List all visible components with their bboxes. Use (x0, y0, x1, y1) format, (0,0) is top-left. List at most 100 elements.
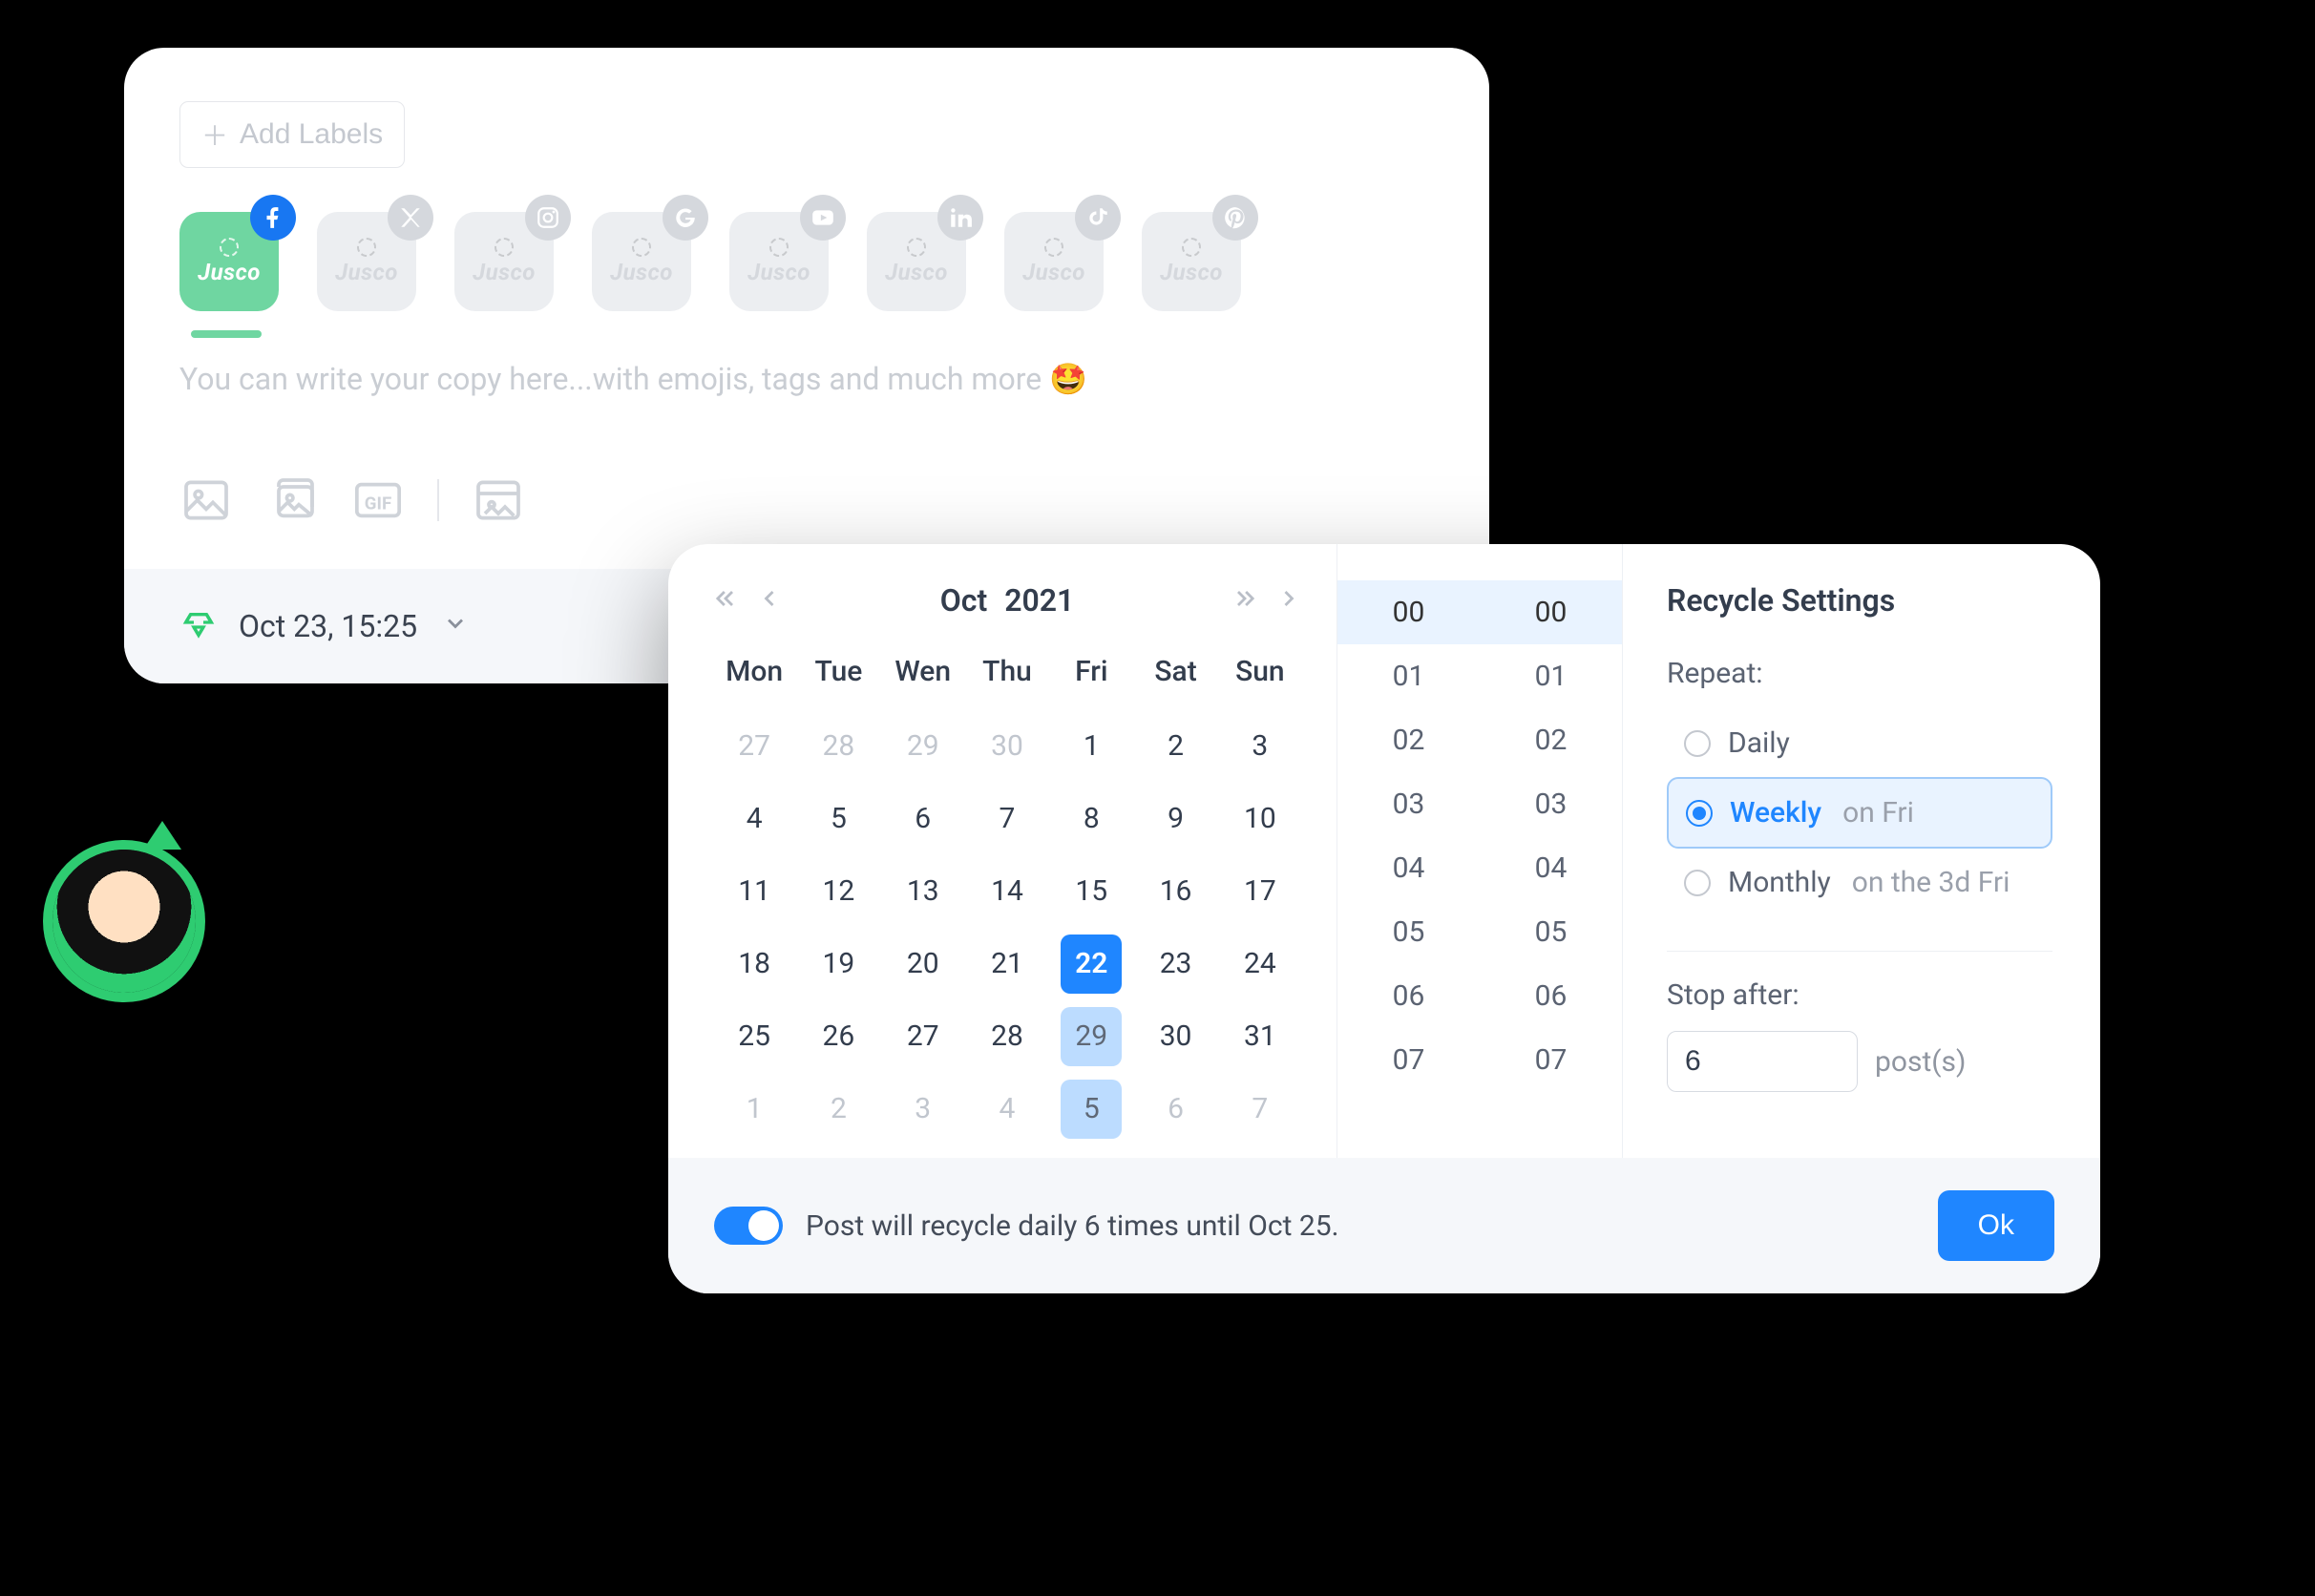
account-facebook[interactable]: Jusco (179, 212, 279, 311)
editor-placeholder[interactable]: You can write your copy here...with emoj… (179, 361, 1434, 397)
calendar-day[interactable]: 5 (808, 789, 869, 849)
calendar-day[interactable]: 31 (1230, 1007, 1291, 1066)
time-cell[interactable]: 07 (1480, 1028, 1622, 1092)
calendar-day[interactable]: 30 (977, 717, 1038, 776)
calendar-day[interactable]: 13 (893, 862, 954, 921)
calendar-year[interactable]: 2021 (1004, 582, 1074, 619)
time-cell[interactable]: 03 (1337, 772, 1480, 836)
calendar-day[interactable]: 4 (977, 1080, 1038, 1139)
time-cell[interactable]: 06 (1480, 964, 1622, 1028)
account-tiktok[interactable]: Jusco (1004, 212, 1104, 311)
calendar-day[interactable]: 6 (1146, 1080, 1207, 1139)
calendar-day[interactable]: 29 (893, 717, 954, 776)
calendar-day[interactable]: 1 (1061, 717, 1122, 776)
account-instagram[interactable]: Jusco (454, 212, 554, 311)
next-year-icon[interactable] (1275, 585, 1302, 616)
user-avatar[interactable] (53, 850, 196, 993)
gif-icon[interactable]: GIF (351, 473, 405, 527)
calendar-day[interactable]: 27 (724, 717, 785, 776)
next-month-icon[interactable] (1231, 585, 1258, 616)
calendar-day[interactable]: 3 (1230, 717, 1291, 776)
calendar-day[interactable]: 20 (893, 934, 954, 994)
schedule-label[interactable]: Oct 23, 15:25 (239, 608, 417, 644)
prev-month-icon[interactable] (756, 585, 783, 616)
account-pinterest[interactable]: Jusco (1142, 212, 1241, 311)
google-icon (663, 195, 708, 241)
calendar-day[interactable]: 5 (1061, 1080, 1122, 1139)
calendar-day[interactable]: 3 (893, 1080, 954, 1139)
calendar-day[interactable]: 7 (977, 789, 1038, 849)
calendar-day[interactable]: 17 (1230, 862, 1291, 921)
dow-header: Fri (1049, 645, 1133, 704)
calendar-day[interactable]: 28 (977, 1007, 1038, 1066)
calendar-day[interactable]: 14 (977, 862, 1038, 921)
calendar-month[interactable]: Oct (940, 582, 988, 619)
calendar-day[interactable]: 25 (724, 1007, 785, 1066)
chevron-down-icon[interactable] (442, 608, 469, 644)
calendar-day[interactable]: 27 (893, 1007, 954, 1066)
repeat-option-monthly[interactable]: Monthly on the 3d Fri (1667, 849, 2052, 916)
account-youtube[interactable]: Jusco (729, 212, 829, 311)
calendar-day[interactable]: 28 (808, 717, 869, 776)
calendar-day[interactable]: 4 (724, 789, 785, 849)
time-cell[interactable]: 05 (1480, 900, 1622, 964)
calendar-day[interactable]: 15 (1061, 862, 1122, 921)
time-cell[interactable]: 00 (1480, 580, 1622, 644)
template-icon[interactable] (472, 473, 525, 527)
calendar-day[interactable]: 2 (808, 1080, 869, 1139)
repeat-option-weekly[interactable]: Weekly on Fri (1667, 777, 2052, 849)
calendar-day[interactable]: 9 (1146, 789, 1207, 849)
time-cell[interactable]: 04 (1337, 836, 1480, 900)
calendar-day[interactable]: 21 (977, 934, 1038, 994)
account-linkedin[interactable]: Jusco (867, 212, 966, 311)
calendar-day[interactable]: 6 (893, 789, 954, 849)
time-cell[interactable]: 01 (1337, 644, 1480, 708)
repeat-option-daily[interactable]: Daily (1667, 709, 2052, 777)
calendar-day[interactable]: 10 (1230, 789, 1291, 849)
image-icon[interactable] (179, 473, 233, 527)
time-cell[interactable]: 02 (1337, 708, 1480, 772)
minutes-column[interactable]: 0001020304050607 (1480, 580, 1622, 1158)
account-google[interactable]: Jusco (592, 212, 691, 311)
calendar-day[interactable]: 12 (808, 862, 869, 921)
calendar-day[interactable]: 19 (808, 934, 869, 994)
hours-column[interactable]: 0001020304050607 (1337, 580, 1480, 1158)
calendar-day[interactable]: 16 (1146, 862, 1207, 921)
facebook-icon (250, 195, 296, 241)
time-cell[interactable]: 02 (1480, 708, 1622, 772)
calendar-day[interactable]: 11 (724, 862, 785, 921)
calendar-day[interactable]: 29 (1061, 1007, 1122, 1066)
calendar-day[interactable]: 23 (1146, 934, 1207, 994)
avatar-image (53, 850, 196, 993)
prev-year-icon[interactable] (712, 585, 739, 616)
account-x[interactable]: Jusco (317, 212, 416, 311)
time-cell[interactable]: 03 (1480, 772, 1622, 836)
radio-icon (1684, 730, 1711, 757)
divider (1667, 951, 2052, 952)
time-cell[interactable]: 07 (1337, 1028, 1480, 1092)
time-cell[interactable]: 05 (1337, 900, 1480, 964)
time-cell[interactable]: 06 (1337, 964, 1480, 1028)
calendar-day[interactable]: 8 (1061, 789, 1122, 849)
time-cell[interactable]: 01 (1480, 644, 1622, 708)
add-labels-button[interactable]: ＋ Add Labels (179, 101, 405, 168)
calendar-day[interactable]: 24 (1230, 934, 1291, 994)
calendar-day[interactable]: 26 (808, 1007, 869, 1066)
time-cell[interactable]: 00 (1337, 580, 1480, 644)
calendar-day[interactable]: 7 (1230, 1080, 1291, 1139)
calendar-day[interactable]: 22 (1061, 934, 1122, 994)
ok-button[interactable]: Ok (1938, 1190, 2054, 1261)
dow-header: Wen (881, 645, 965, 704)
time-cell[interactable]: 04 (1480, 836, 1622, 900)
account-brand: Jusco (1160, 259, 1223, 285)
calendar-day[interactable]: 2 (1146, 717, 1207, 776)
calendar-day[interactable]: 18 (724, 934, 785, 994)
recycle-icon[interactable] (179, 603, 218, 649)
tiktok-icon (1075, 195, 1121, 241)
recycle-toggle[interactable] (714, 1207, 783, 1245)
account-brand: Jusco (747, 259, 810, 285)
gallery-icon[interactable] (265, 473, 319, 527)
calendar-day[interactable]: 1 (724, 1080, 785, 1139)
calendar-day[interactable]: 30 (1146, 1007, 1207, 1066)
stop-after-input[interactable] (1667, 1031, 1858, 1092)
